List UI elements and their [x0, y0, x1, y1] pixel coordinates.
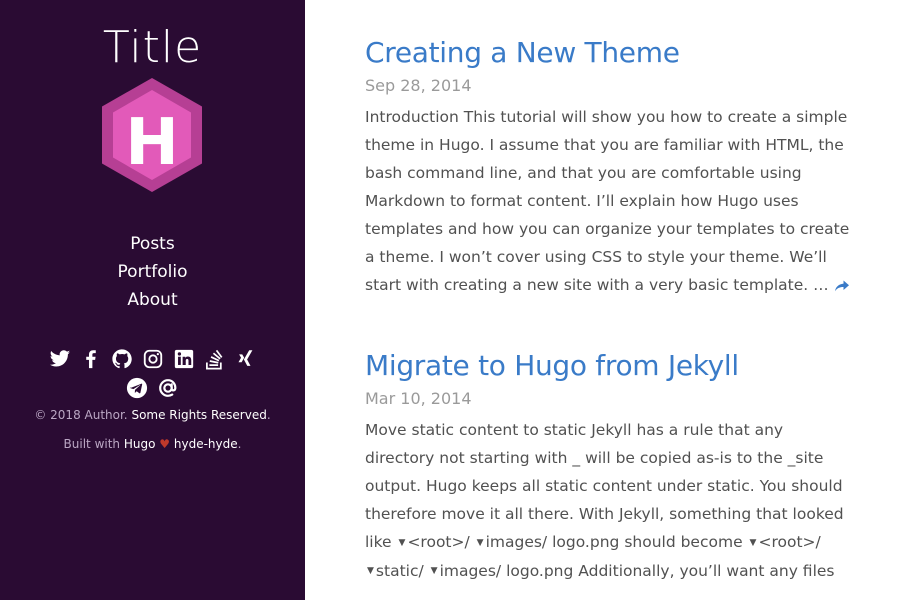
- built-prefix: Built with: [63, 437, 121, 451]
- site-title[interactable]: Title: [0, 18, 305, 78]
- theme-link[interactable]: hyde-hyde: [174, 437, 238, 451]
- nav-posts[interactable]: Posts: [0, 230, 305, 258]
- hugo-link[interactable]: Hugo: [124, 437, 156, 451]
- social-links: [0, 346, 305, 404]
- caret-icon: ▼: [398, 537, 406, 548]
- path-segment: images/: [485, 533, 548, 551]
- caret-icon: ▼: [749, 537, 757, 548]
- github-icon[interactable]: [111, 348, 133, 370]
- nav-about[interactable]: About: [0, 286, 305, 314]
- post-list: Creating a New Theme Sep 28, 2014 Introd…: [365, 0, 855, 585]
- license-link[interactable]: Some Rights Reserved: [131, 408, 266, 422]
- sidebar: Title H Posts Portfolio About © 2018 Aut…: [0, 0, 305, 600]
- hugo-logo-icon[interactable]: H: [99, 76, 205, 194]
- post-item: Migrate to Hugo from Jekyll Mar 10, 2014…: [365, 346, 855, 585]
- built-with: Built with Hugo ♥ hyde-hyde.: [0, 435, 305, 453]
- heart-icon: ♥: [159, 437, 171, 451]
- logo-letter: H: [125, 106, 179, 180]
- post-date: Mar 10, 2014: [365, 389, 472, 408]
- post-summary-text: should become: [624, 533, 743, 551]
- xing-icon[interactable]: [235, 348, 257, 370]
- copyright-prefix: © 2018 Author.: [34, 408, 128, 422]
- caret-icon: ▼: [476, 537, 484, 548]
- twitter-icon[interactable]: [49, 348, 71, 370]
- facebook-icon[interactable]: [80, 348, 102, 370]
- caret-icon: ▼: [430, 566, 438, 576]
- post-summary-text: Move static content to static Jekyll has…: [365, 421, 844, 551]
- linkedin-icon[interactable]: [173, 348, 195, 370]
- telegram-icon[interactable]: [126, 377, 148, 399]
- post-summary: Introduction This tutorial will show you…: [365, 103, 855, 299]
- post-summary-text: Additionally, you’ll want any files: [578, 561, 835, 580]
- path-segment: <root>/: [758, 533, 821, 551]
- post-title-link[interactable]: Migrate to Hugo from Jekyll: [365, 346, 855, 386]
- read-more-arrow-icon[interactable]: [834, 279, 850, 293]
- email-icon[interactable]: [157, 377, 179, 399]
- built-suffix: .: [237, 437, 242, 451]
- path-segment: images/: [439, 561, 502, 580]
- post-summary: Move static content to static Jekyll has…: [365, 416, 855, 585]
- stackoverflow-icon[interactable]: [204, 348, 226, 370]
- copyright: © 2018 Author. Some Rights Reserved.: [0, 406, 305, 424]
- path-segment: static/: [375, 561, 424, 580]
- path-segment: <root>/: [407, 533, 470, 551]
- path-segment: logo.png: [552, 533, 620, 551]
- post-item: Creating a New Theme Sep 28, 2014 Introd…: [365, 33, 855, 299]
- instagram-icon[interactable]: [142, 348, 164, 370]
- copyright-suffix: .: [266, 408, 271, 422]
- nav-portfolio[interactable]: Portfolio: [0, 258, 305, 286]
- caret-icon: ▼: [367, 566, 374, 576]
- path-segment: logo.png: [506, 561, 574, 580]
- post-date: Sep 28, 2014: [365, 76, 472, 95]
- post-title-link[interactable]: Creating a New Theme: [365, 33, 855, 73]
- sidebar-nav: Posts Portfolio About: [0, 230, 305, 314]
- post-summary-text: Introduction This tutorial will show you…: [365, 108, 850, 294]
